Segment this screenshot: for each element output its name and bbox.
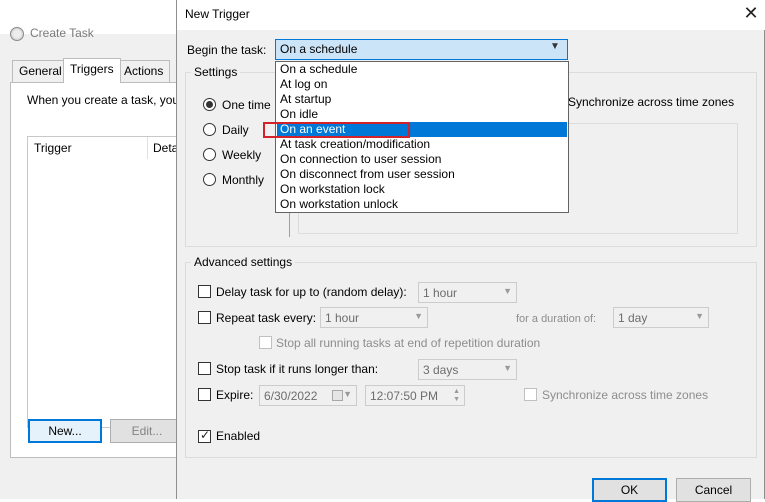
dropdown-option[interactable]: On idle (277, 107, 567, 122)
duration-label: for a duration of: (516, 313, 597, 325)
tab-actions[interactable]: Actions (117, 60, 171, 82)
settings-legend: Settings (191, 65, 241, 79)
create-task-titlebar (0, 0, 190, 34)
delay-checkbox[interactable] (198, 285, 211, 298)
dropdown-option[interactable]: On disconnect from user session (277, 167, 567, 182)
delay-value: 1 hour (423, 286, 458, 300)
spin-up-icon[interactable]: ▲ (453, 388, 460, 396)
dropdown-option[interactable]: On a schedule (277, 62, 567, 77)
radio-label-monthly[interactable]: Monthly (222, 173, 264, 187)
duration-select[interactable]: 1 day ▼ (613, 307, 709, 328)
new-trigger-titlebar (177, 0, 765, 30)
dropdown-option[interactable]: At task creation/modification (277, 137, 567, 152)
column-header-details[interactable]: Deta (153, 141, 178, 155)
create-task-title: Create Task (30, 26, 94, 40)
triggers-table[interactable] (27, 136, 190, 428)
stop-longer-value: 3 days (423, 363, 459, 377)
radio-label-one-time[interactable]: One time (222, 98, 271, 112)
expire-time-value: 12:07:50 PM (370, 389, 439, 403)
enabled-label[interactable]: Enabled (216, 429, 260, 443)
ok-button[interactable]: OK (592, 478, 667, 502)
repeat-value: 1 hour (325, 311, 360, 325)
radio-weekly[interactable] (203, 148, 216, 161)
stop-longer-checkbox[interactable] (198, 362, 211, 375)
radio-label-weekly[interactable]: Weekly (222, 148, 261, 162)
radio-one-time[interactable] (203, 98, 216, 111)
begin-task-label: Begin the task: (187, 43, 267, 57)
stop-running-label[interactable]: Stop all running tasks at end of repetit… (276, 336, 540, 350)
expire-date-value: 6/30/2022 (264, 389, 318, 403)
tab-triggers[interactable]: Triggers (63, 58, 121, 83)
triggers-description: When you create a task, you (27, 93, 180, 107)
expire-sync-checkbox[interactable] (524, 388, 537, 401)
expire-checkbox[interactable] (198, 388, 211, 401)
dropdown-option[interactable]: At startup (277, 92, 567, 107)
new-trigger-button[interactable]: New... (28, 419, 102, 443)
chevron-down-icon[interactable]: ▼ (550, 41, 560, 52)
chevron-down-icon: ▼ (343, 389, 352, 399)
stop-running-checkbox[interactable] (259, 336, 272, 349)
edit-trigger-button[interactable]: Edit... (110, 419, 184, 443)
delay-select[interactable]: 1 hour ▼ (418, 282, 517, 303)
begin-task-value: On a schedule (280, 42, 358, 56)
chevron-down-icon: ▼ (414, 311, 423, 321)
column-separator (147, 137, 148, 159)
dropdown-option[interactable]: On workstation unlock (277, 197, 567, 212)
advanced-settings-legend: Advanced settings (191, 255, 296, 269)
expire-sync-label[interactable]: Synchronize across time zones (542, 388, 708, 402)
dialog-title: New Trigger (185, 7, 250, 21)
enabled-checkbox[interactable] (198, 428, 211, 443)
repeat-checkbox[interactable] (198, 311, 211, 324)
sync-timezones-label[interactable]: Synchronize across time zones (568, 95, 734, 109)
chevron-down-icon: ▼ (695, 311, 704, 321)
close-icon[interactable]: ✕ (741, 3, 761, 23)
expire-label[interactable]: Expire: (216, 388, 253, 402)
radio-label-daily[interactable]: Daily (222, 123, 249, 137)
chevron-down-icon: ▼ (503, 363, 512, 373)
expire-date-picker[interactable]: 6/30/2022 ▼ (259, 385, 357, 406)
chevron-down-icon: ▼ (503, 286, 512, 296)
spin-down-icon[interactable]: ▼ (453, 396, 460, 404)
radio-daily[interactable] (203, 123, 216, 136)
calendar-icon[interactable] (332, 390, 343, 401)
annotation-highlight-box (263, 122, 410, 138)
repeat-label[interactable]: Repeat task every: (216, 311, 316, 325)
expire-time-picker[interactable]: 12:07:50 PM ▲ ▼ (365, 385, 465, 406)
radio-monthly[interactable] (203, 173, 216, 186)
column-header-trigger[interactable]: Trigger (34, 141, 72, 155)
repeat-select[interactable]: 1 hour ▼ (320, 307, 428, 328)
dropdown-option[interactable]: On workstation lock (277, 182, 567, 197)
dropdown-option[interactable]: At log on (277, 77, 567, 92)
cancel-button[interactable]: Cancel (676, 478, 751, 502)
task-scheduler-icon (10, 27, 24, 41)
stop-longer-label[interactable]: Stop task if it runs longer than: (216, 362, 378, 376)
duration-value: 1 day (618, 311, 648, 325)
stop-longer-select[interactable]: 3 days ▼ (418, 359, 517, 380)
delay-label[interactable]: Delay task for up to (random delay): (216, 285, 407, 299)
dropdown-option[interactable]: On connection to user session (277, 152, 567, 167)
tab-general[interactable]: General (12, 60, 69, 82)
